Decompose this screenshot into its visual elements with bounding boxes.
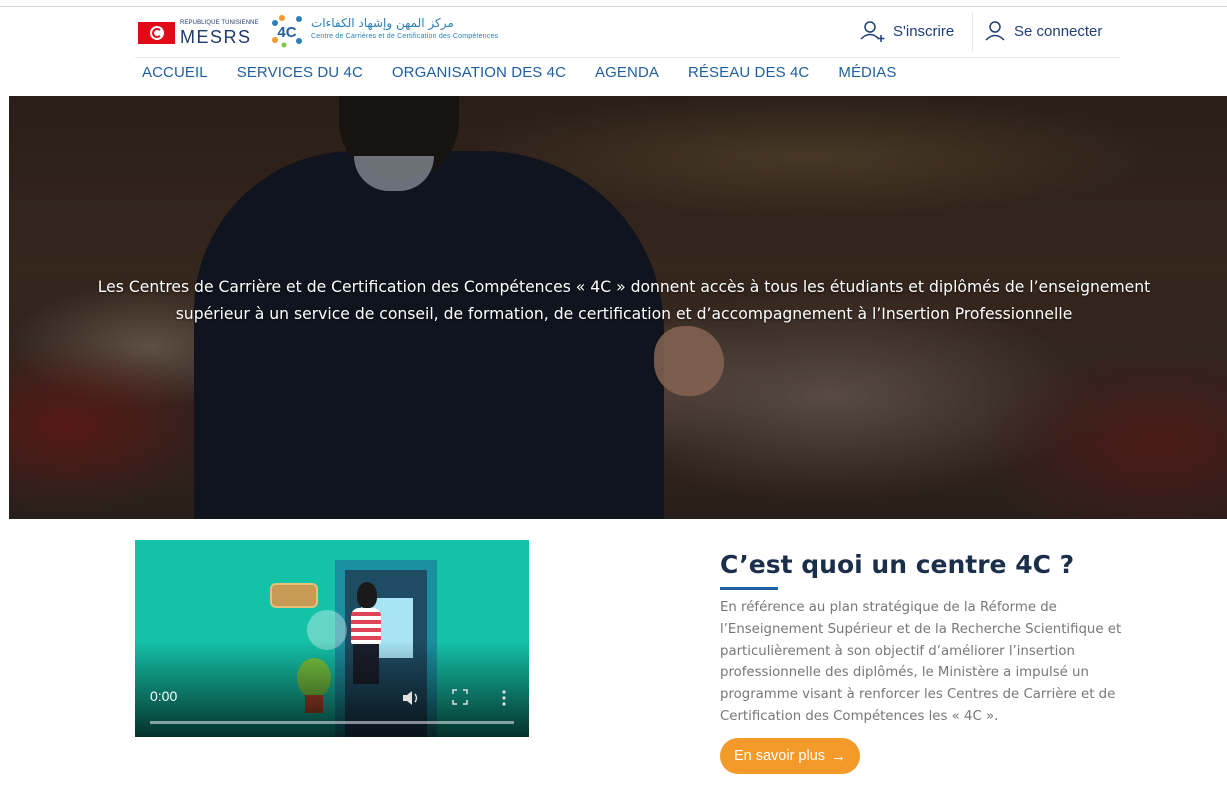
video-player[interactable]: 0:00: [135, 540, 529, 737]
about-description: En référence au plan stratégique de la R…: [720, 600, 1122, 724]
video-time: 0:00: [150, 688, 178, 704]
video-character-hair: [357, 582, 377, 608]
nav-item-services[interactable]: SERVICES DU 4C: [237, 64, 363, 86]
main-nav: ACCUEIL SERVICES DU 4C ORGANISATION DES …: [142, 64, 925, 86]
nav-item-organisation[interactable]: ORGANISATION DES 4C: [392, 64, 566, 86]
register-label: S'inscrire: [893, 22, 955, 40]
top-border: [0, 6, 1227, 7]
add-user-icon: [860, 21, 885, 42]
arabic-title: مركز المهن وإشهاد الكفاءات: [311, 16, 454, 30]
republic-label: REPUBLIQUE TUNISIENNE: [180, 20, 259, 26]
ministry-logo[interactable]: MESRS: [180, 27, 252, 48]
tunisia-flag-icon: [138, 22, 175, 44]
video-progress-bar[interactable]: [150, 721, 514, 724]
nav-divider: [135, 57, 1120, 58]
video-sign: [270, 583, 318, 608]
hero-text: Les Centres de Carrière et de Certificat…: [97, 278, 1151, 323]
learn-more-button[interactable]: En savoir plus →: [720, 738, 860, 774]
centre-subtitle: Centre de Carrières et de Certification …: [311, 33, 499, 40]
logo-4c-text: 4C: [277, 24, 296, 41]
login-link[interactable]: Se connecter: [984, 18, 1102, 44]
more-options-icon[interactable]: [501, 689, 507, 707]
nav-item-reseau[interactable]: RÉSEAU DES 4C: [688, 64, 809, 86]
fullscreen-icon[interactable]: [452, 689, 468, 705]
learn-more-label: En savoir plus: [733, 748, 826, 764]
arrow-right-icon: →: [831, 747, 847, 765]
volume-icon[interactable]: [401, 689, 421, 707]
about-title: C’est quoi un centre 4C ?: [720, 550, 1075, 579]
header-divider: [972, 12, 973, 52]
site-header: REPUBLIQUE TUNISIENNE MESRS 4C مركز المه…: [135, 12, 1120, 52]
user-icon: [985, 21, 1005, 41]
4c-logo-icon[interactable]: 4C: [270, 14, 304, 48]
login-label: Se connecter: [1014, 22, 1103, 40]
about-title-underline: [720, 587, 778, 590]
register-link[interactable]: S'inscrire: [859, 18, 954, 44]
nav-item-agenda[interactable]: AGENDA: [595, 64, 659, 86]
nav-item-accueil[interactable]: ACCUEIL: [142, 64, 208, 86]
video-character-body: [351, 608, 381, 644]
nav-item-medias[interactable]: MÉDIAS: [838, 64, 896, 86]
hero-banner: Les Centres de Carrière et de Certificat…: [9, 96, 1227, 519]
